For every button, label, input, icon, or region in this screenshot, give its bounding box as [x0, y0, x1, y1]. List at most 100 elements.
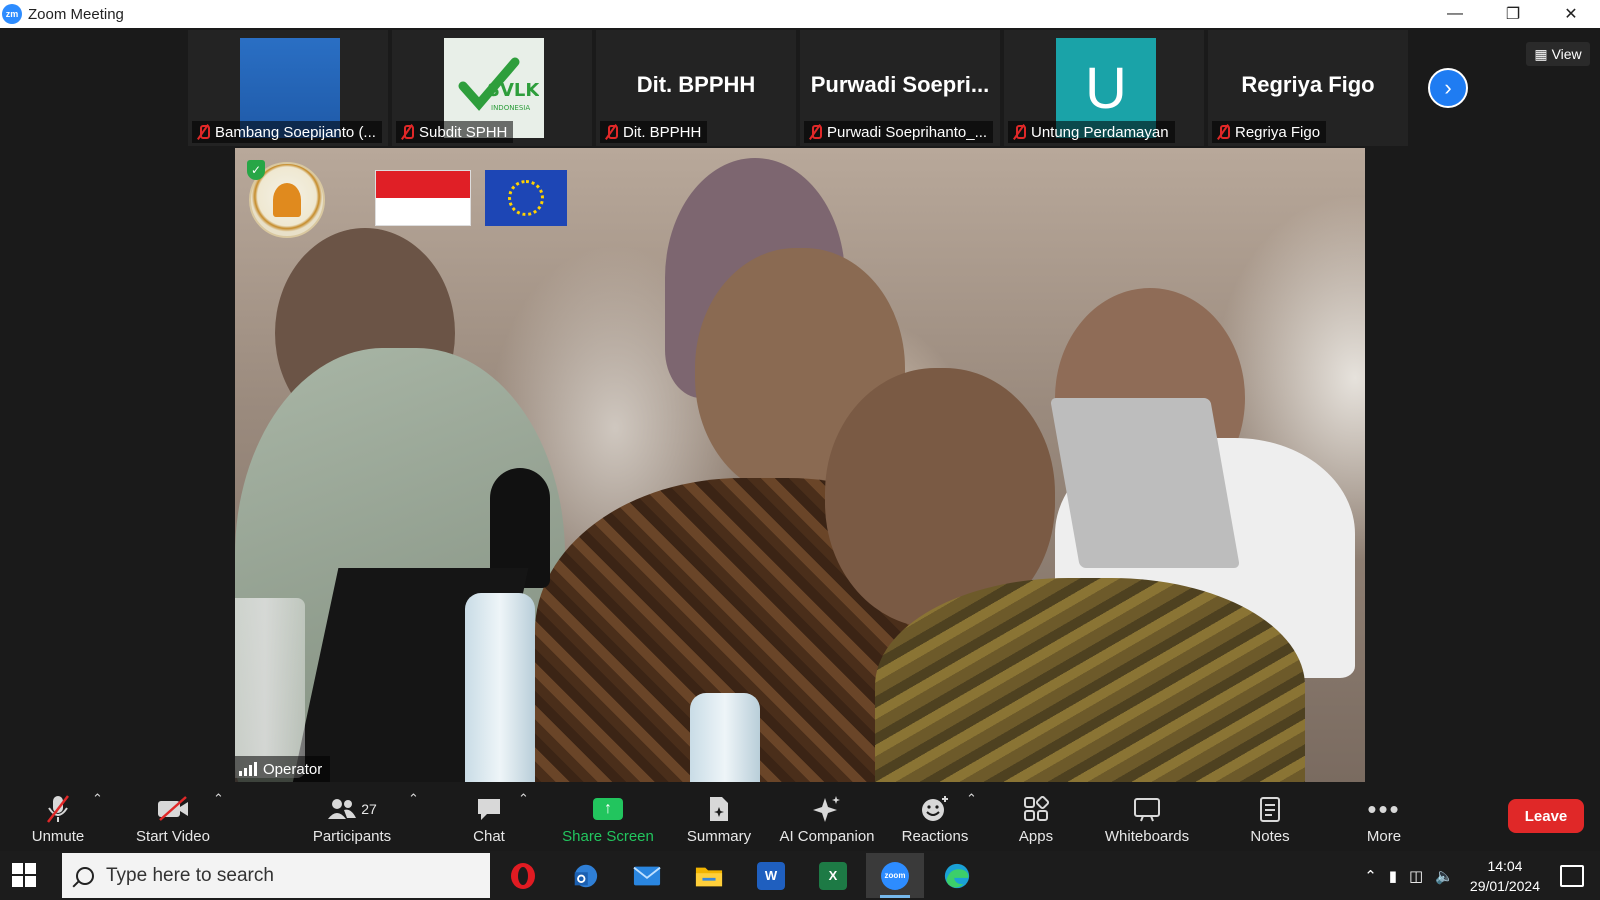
- participant-display-name: Purwadi Soepri...: [810, 72, 990, 97]
- taskbar-app-mail[interactable]: [618, 853, 676, 898]
- restore-button[interactable]: ❐: [1484, 0, 1542, 28]
- leave-button[interactable]: Leave: [1508, 799, 1584, 833]
- next-page-button[interactable]: ›: [1428, 68, 1468, 108]
- participant-name: Bambang Soepijanto (...: [215, 123, 376, 141]
- mic-muted-icon: [808, 124, 822, 140]
- participant-name: Purwadi Soeprihanto_...: [827, 123, 988, 141]
- participant-caption: Dit. BPPHH: [600, 121, 708, 143]
- eu-flag: [485, 170, 567, 226]
- meeting-toolbar: Unmute ⌃ Start Video ⌃ 27 Participants ⌃…: [0, 783, 1600, 851]
- summary-button[interactable]: Summary: [682, 789, 756, 845]
- clock-time: 14:04: [1487, 857, 1523, 874]
- taskbar-search[interactable]: [62, 853, 490, 898]
- water-bottle: [465, 593, 535, 782]
- taskbar-app-opera[interactable]: [494, 853, 552, 898]
- network-icon[interactable]: ◫: [1409, 867, 1423, 885]
- more-button[interactable]: ••• More: [1364, 789, 1404, 846]
- participant-caption: Bambang Soepijanto (...: [192, 121, 382, 143]
- participant-tile[interactable]: Regriya Figo Regriya Figo: [1208, 30, 1408, 146]
- meeting-area: Bambang Soepijanto (... SVLK INDONESIA S…: [0, 28, 1600, 783]
- apps-button[interactable]: Apps: [1016, 789, 1056, 845]
- participant-strip: Bambang Soepijanto (... SVLK INDONESIA S…: [188, 30, 1408, 146]
- participant-caption: Untung Perdamayan: [1008, 121, 1175, 143]
- clock-date: 29/01/2024: [1469, 877, 1540, 894]
- water-glass: [235, 598, 305, 778]
- share-screen-button[interactable]: ↑ Share Screen: [560, 789, 656, 845]
- main-video[interactable]: ✓ Operator: [235, 148, 1365, 782]
- close-button[interactable]: ✕: [1542, 0, 1600, 28]
- mic-muted-icon: [45, 794, 71, 824]
- whiteboards-button[interactable]: Whiteboards: [1102, 789, 1192, 845]
- chat-label: Chat: [473, 828, 505, 845]
- reactions-options-caret-icon[interactable]: ⌃: [966, 791, 977, 807]
- chevron-up-icon[interactable]: ⌃: [1364, 867, 1377, 885]
- minimize-button[interactable]: —: [1426, 0, 1484, 28]
- windows-start-icon[interactable]: [12, 863, 36, 887]
- mail-icon: [633, 862, 661, 890]
- chevron-right-icon: ›: [1444, 75, 1452, 100]
- unmute-button[interactable]: Unmute: [28, 789, 88, 845]
- start-video-label: Start Video: [136, 828, 210, 845]
- system-tray: ⌃ ▮ ◫ 🔈 14:04 29/01/2024: [1358, 851, 1600, 900]
- participant-tile[interactable]: SVLK INDONESIA Subdit SPHH: [392, 30, 592, 146]
- ai-companion-label: AI Companion: [779, 828, 875, 845]
- participant-name: Regriya Figo: [1235, 123, 1321, 141]
- indonesia-flag: [375, 170, 471, 226]
- opera-icon: [509, 862, 537, 890]
- outlook-icon: [571, 862, 599, 890]
- signal-strength-icon: [239, 762, 257, 776]
- speaker-tag: Operator: [235, 756, 331, 782]
- taskbar-app-word[interactable]: W: [742, 853, 800, 898]
- window-controls: — ❐ ✕: [1426, 0, 1600, 28]
- taskbar-app-file-explorer[interactable]: [680, 853, 738, 898]
- participant-tile[interactable]: Purwadi Soepri... Purwadi Soeprihanto_..…: [800, 30, 1000, 146]
- video-options-caret-icon[interactable]: ⌃: [213, 791, 224, 807]
- participant-name: Untung Perdamayan: [1031, 123, 1169, 141]
- shield-check-icon: ✓: [247, 160, 265, 180]
- unmute-label: Unmute: [31, 828, 85, 845]
- participants-label: Participants: [312, 828, 392, 845]
- notes-button[interactable]: Notes: [1248, 789, 1292, 845]
- clock[interactable]: 14:04 29/01/2024: [1470, 856, 1540, 896]
- zoom-icon: zoom: [881, 861, 909, 890]
- participant-display-name: Regriya Figo: [1241, 72, 1375, 97]
- sparkle-icon: [812, 794, 842, 824]
- participant-tile[interactable]: Dit. BPPHH Dit. BPPHH: [596, 30, 796, 146]
- participant-name: Subdit SPHH: [419, 123, 508, 141]
- window-title: Zoom Meeting: [28, 5, 124, 23]
- participants-options-caret-icon[interactable]: ⌃: [408, 791, 419, 807]
- taskbar-app-excel[interactable]: X: [804, 853, 862, 898]
- reactions-label: Reactions: [901, 828, 969, 845]
- audio-options-caret-icon[interactable]: ⌃: [92, 791, 103, 807]
- reactions-button[interactable]: Reactions: [900, 789, 970, 845]
- participant-tile[interactable]: Bambang Soepijanto (...: [188, 30, 388, 146]
- water-bottle: [690, 693, 760, 782]
- participant-caption: Subdit SPHH: [396, 121, 514, 143]
- ai-companion-button[interactable]: AI Companion: [776, 789, 878, 845]
- windows-taskbar: W X zoom ⌃ ▮ ◫ 🔈 14:04 29/01/2024: [0, 851, 1600, 900]
- svlk-check-icon: SVLK INDONESIA: [458, 57, 539, 112]
- search-input[interactable]: [106, 864, 466, 887]
- participant-caption: Purwadi Soeprihanto_...: [804, 121, 994, 143]
- battery-icon[interactable]: ▮: [1389, 867, 1397, 885]
- chat-button[interactable]: Chat: [464, 789, 514, 845]
- search-icon: [76, 866, 94, 885]
- start-video-button[interactable]: Start Video: [132, 789, 214, 845]
- taskbar-app-zoom[interactable]: zoom: [866, 853, 924, 898]
- view-button[interactable]: ▦ View: [1526, 42, 1590, 66]
- volume-icon[interactable]: 🔈: [1435, 867, 1454, 885]
- taskbar-app-outlook[interactable]: [556, 853, 614, 898]
- view-label: View: [1551, 46, 1582, 62]
- taskbar-app-edge[interactable]: [928, 853, 986, 898]
- smiley-icon: [920, 794, 950, 824]
- chat-options-caret-icon[interactable]: ⌃: [518, 791, 529, 807]
- svlk-logo-sub: INDONESIA: [491, 104, 530, 112]
- participant-tile[interactable]: U Untung Perdamayan: [1004, 30, 1204, 146]
- title-bar: zm Zoom Meeting — ❐ ✕: [0, 0, 1600, 28]
- mic-muted-icon: [400, 124, 414, 140]
- notification-icon[interactable]: [1560, 864, 1584, 887]
- edge-icon: [943, 862, 971, 890]
- participants-button[interactable]: 27 Participants: [310, 789, 394, 845]
- more-label: More: [1366, 828, 1402, 845]
- svlk-logo-text: SVLK: [487, 80, 539, 101]
